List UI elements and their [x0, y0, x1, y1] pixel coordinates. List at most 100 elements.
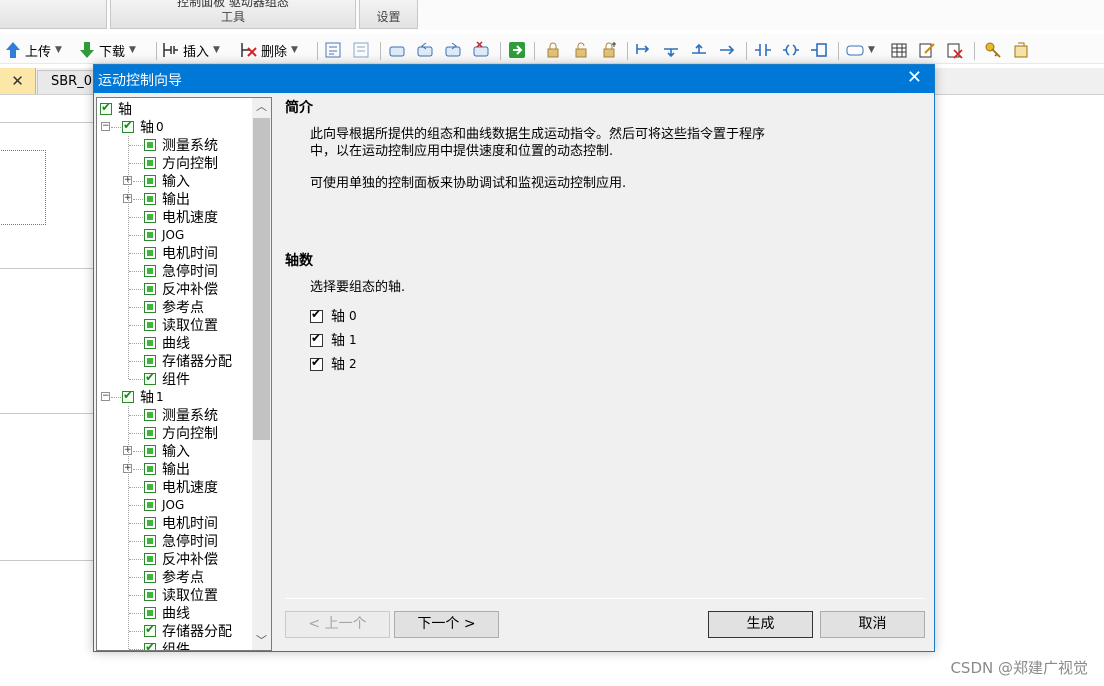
tree-item[interactable]: 急停时间	[144, 532, 218, 550]
tree-checkbox-icon[interactable]: ✔	[100, 100, 112, 115]
tree-item[interactable]: 读取位置	[144, 586, 218, 604]
tree-checkbox-icon[interactable]: ✔	[144, 640, 156, 650]
chevron-down-icon[interactable]: ▼	[129, 45, 136, 55]
tree-item[interactable]: 输出	[144, 460, 190, 478]
tree-checkbox-icon[interactable]	[144, 463, 156, 475]
box-instruction-icon[interactable]	[810, 41, 828, 59]
tree-scrollbar[interactable]: ︿ ﹀	[252, 98, 271, 650]
tree-item[interactable]: 电机速度	[144, 478, 218, 496]
chevron-down-icon[interactable]: ▼	[291, 45, 298, 55]
tree-item[interactable]: JOG	[144, 496, 184, 514]
branch-down-icon[interactable]	[634, 41, 652, 59]
tree-root-axes[interactable]: ✔ 轴	[100, 100, 132, 118]
box-icon[interactable]	[388, 41, 406, 59]
symbol-table-icon[interactable]	[890, 41, 908, 59]
go-to-icon[interactable]	[508, 41, 526, 59]
scroll-down-icon[interactable]: ﹀	[252, 632, 271, 650]
tree-checkbox-icon[interactable]	[144, 337, 156, 349]
tree-checkbox-icon[interactable]	[144, 283, 156, 295]
tree-checkbox-icon[interactable]	[144, 409, 156, 421]
chevron-down-icon[interactable]: ▼	[213, 45, 220, 55]
axis-1-checkbox[interactable]: ✔	[310, 331, 323, 347]
tree-checkbox-icon[interactable]: ✔	[144, 370, 156, 385]
tree-item[interactable]: 反冲补偿	[144, 280, 218, 298]
tree-checkbox-icon[interactable]	[144, 157, 156, 169]
box-back-icon[interactable]	[416, 41, 434, 59]
tree-item[interactable]: 急停时间	[144, 262, 218, 280]
tree-item[interactable]: 曲线	[144, 334, 190, 352]
tree-checkbox-icon[interactable]	[144, 301, 156, 313]
generate-button[interactable]: 生成	[708, 611, 813, 638]
tree-checkbox-icon[interactable]: ✔	[144, 622, 156, 637]
tree-item[interactable]: 输入	[144, 172, 190, 190]
tree-checkbox-icon[interactable]	[144, 427, 156, 439]
tree-item[interactable]: ✔ 组件	[144, 640, 190, 650]
tree-item[interactable]: 输入	[144, 442, 190, 460]
scroll-up-icon[interactable]: ︿	[252, 98, 271, 116]
box-forward-icon[interactable]	[444, 41, 462, 59]
tree-item[interactable]: JOG	[144, 226, 184, 244]
chevron-down-icon[interactable]: ▼	[868, 45, 875, 55]
close-icon[interactable]: ✕	[907, 67, 922, 88]
dialog-titlebar[interactable]: 运动控制向导 ✕	[94, 65, 934, 93]
tree-item[interactable]: 电机时间	[144, 514, 218, 532]
cancel-button[interactable]: 取消	[820, 611, 925, 638]
scroll-thumb[interactable]	[253, 118, 270, 440]
tree-checkbox-icon[interactable]	[144, 247, 156, 259]
ribbon-settings-label[interactable]: 设置	[360, 8, 417, 25]
tree-checkbox-icon[interactable]	[144, 607, 156, 619]
axis-2-option[interactable]: ✔ 轴 2	[310, 355, 357, 373]
network-view-alt-icon[interactable]	[352, 41, 370, 59]
key-icon[interactable]	[984, 41, 1002, 59]
axis-2-checkbox[interactable]: ✔	[310, 355, 323, 371]
collapse-icon[interactable]: −	[101, 392, 110, 401]
edit-delete-icon[interactable]	[946, 41, 964, 59]
tree-checkbox-icon[interactable]	[144, 211, 156, 223]
tree-item[interactable]: 方向控制	[144, 424, 218, 442]
tree-axis-0[interactable]: ✔ 轴 0	[122, 118, 164, 136]
tree-item[interactable]: 测量系统	[144, 136, 218, 154]
box-delete-icon[interactable]	[472, 41, 490, 59]
collapse-icon[interactable]: −	[101, 122, 110, 131]
tree-item[interactable]: 存储器分配	[144, 352, 232, 370]
ribbon-tools-label[interactable]: 工具	[111, 8, 355, 25]
tree-checkbox-icon[interactable]	[144, 175, 156, 187]
tree-checkbox-icon[interactable]	[144, 589, 156, 601]
tree-checkbox-icon[interactable]	[144, 319, 156, 331]
chevron-down-icon[interactable]: ▼	[55, 45, 62, 55]
download-button[interactable]: 下载 ▼	[78, 39, 136, 61]
lock-icon[interactable]	[544, 41, 562, 59]
axis-0-option[interactable]: ✔ 轴 0	[310, 307, 357, 325]
line-down-icon[interactable]	[662, 41, 680, 59]
insert-button[interactable]: 插入 ▼	[162, 39, 220, 61]
tree-checkbox-icon[interactable]	[144, 355, 156, 367]
line-up-icon[interactable]	[690, 41, 708, 59]
tree-item[interactable]: 输出	[144, 190, 190, 208]
network-view-icon[interactable]	[324, 41, 342, 59]
library-icon[interactable]	[1012, 41, 1030, 59]
comment-dropdown[interactable]: ▼	[846, 39, 875, 61]
tree-checkbox-icon[interactable]: ✔	[122, 118, 134, 133]
tree-checkbox-icon[interactable]	[144, 499, 156, 511]
tree-item[interactable]: 反冲补偿	[144, 550, 218, 568]
tree-checkbox-icon[interactable]	[144, 535, 156, 547]
axis-0-checkbox[interactable]: ✔	[310, 307, 323, 323]
prev-button[interactable]: < 上一个	[285, 611, 390, 638]
contact-icon[interactable]	[754, 41, 772, 59]
tree-item[interactable]: 读取位置	[144, 316, 218, 334]
tree-axis-1[interactable]: ✔ 轴 1	[122, 388, 164, 406]
tab-sbr-0[interactable]: SBR_0	[37, 70, 99, 94]
tree-checkbox-icon[interactable]	[144, 445, 156, 457]
tree-item[interactable]: ✔ 存储器分配	[144, 622, 232, 640]
tree-item[interactable]: 曲线	[144, 604, 190, 622]
delete-button[interactable]: 删除 ▼	[240, 39, 298, 61]
axis-1-option[interactable]: ✔ 轴 1	[310, 331, 357, 349]
edit-note-icon[interactable]	[918, 41, 936, 59]
lock-all-icon[interactable]	[600, 41, 618, 59]
close-tab-icon[interactable]: ✕	[0, 68, 36, 94]
tree-checkbox-icon[interactable]	[144, 517, 156, 529]
tree-checkbox-icon[interactable]	[144, 193, 156, 205]
tree-item[interactable]: 参考点	[144, 568, 204, 586]
next-button[interactable]: 下一个 >	[394, 611, 499, 638]
tree-checkbox-icon[interactable]: ✔	[122, 388, 134, 403]
